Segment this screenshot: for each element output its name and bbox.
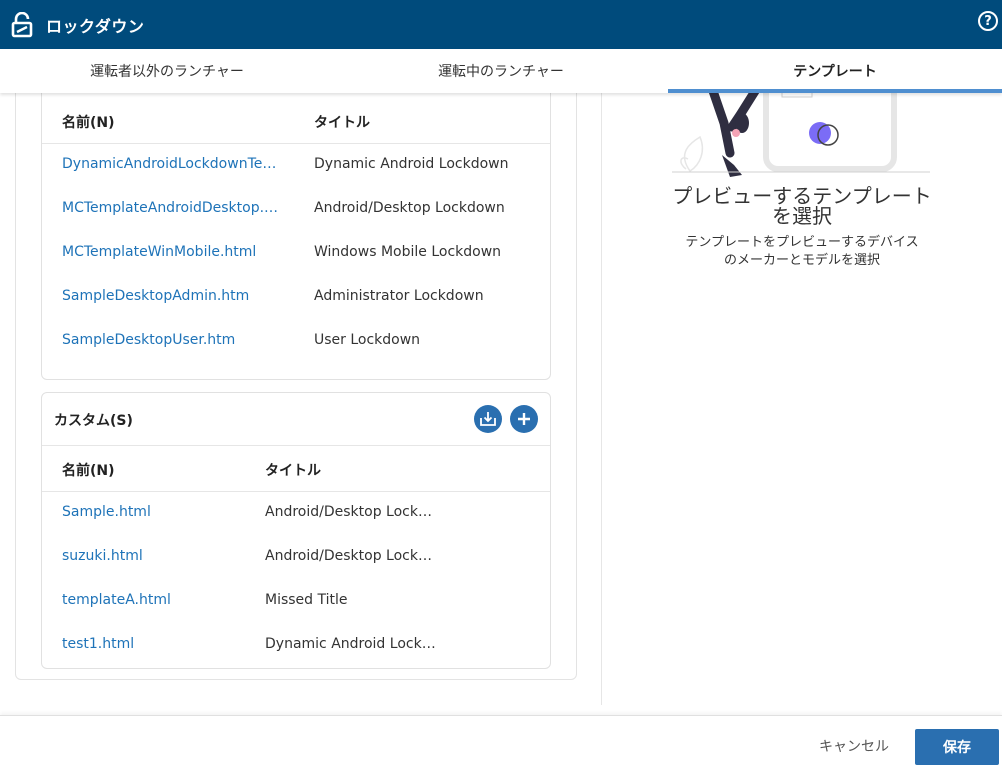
table-row[interactable]: test1.html Dynamic Android Lock… (42, 624, 550, 668)
custom-card-header: カスタム(S) (42, 393, 550, 446)
column-header-name[interactable]: 名前(N) (62, 112, 115, 132)
template-name-link[interactable]: Sample.html (62, 504, 151, 520)
template-title: Android/Desktop Lockdown (314, 200, 505, 216)
table-row[interactable]: suzuki.html Android/Desktop Lock… (42, 536, 550, 580)
cancel-button[interactable]: キャンセル (806, 730, 902, 762)
template-list-panel[interactable]: 名前(N) タイトル DynamicAndroidLockdownTe… Dyn… (0, 93, 601, 715)
preview-subtitle-line1: テンプレートをプレビューするデバイス (685, 235, 919, 250)
preview-title: プレビューするテンプレート を選択 (602, 186, 1002, 226)
column-header-title[interactable]: タイトル (265, 460, 321, 480)
template-title: User Lockdown (314, 332, 421, 348)
tab-templates[interactable]: テンプレート (668, 49, 1002, 93)
table-row[interactable]: SampleDesktopUser.htm User Lockdown (42, 320, 550, 364)
app-title: ロックダウン (46, 16, 145, 36)
import-icon (480, 412, 496, 426)
help-icon[interactable]: ? (978, 11, 998, 31)
template-name-link[interactable]: SampleDesktopUser.htm (62, 332, 235, 348)
tab-driving-launcher[interactable]: 運転中のランチャー (334, 49, 668, 93)
template-title: Dynamic Android Lockdown (314, 156, 509, 172)
template-title: Android/Desktop Lock… (265, 504, 432, 520)
template-name-link[interactable]: MCTemplateAndroidDesktop.… (62, 200, 278, 216)
template-title: Android/Desktop Lock… (265, 548, 432, 564)
template-title: Administrator Lockdown (314, 288, 484, 304)
tab-bar: 運転者以外のランチャー 運転中のランチャー テンプレート (0, 49, 1002, 93)
save-button[interactable]: 保存 (915, 729, 999, 765)
table-row[interactable]: Sample.html Android/Desktop Lock… (42, 492, 550, 536)
table-row[interactable]: SampleDesktopAdmin.htm Administrator Loc… (42, 276, 550, 320)
preview-title-line1: プレビューするテンプレート (672, 184, 932, 208)
table-row[interactable]: DynamicAndroidLockdownTe… Dynamic Androi… (42, 144, 550, 188)
preview-title-line2: を選択 (772, 204, 832, 228)
column-header-name[interactable]: 名前(N) (62, 460, 115, 480)
table-row[interactable]: templateA.html Missed Title (42, 580, 550, 624)
template-title: Missed Title (265, 592, 348, 608)
template-title: Dynamic Android Lock… (265, 636, 436, 652)
lock-icon (9, 11, 35, 39)
dialog-footer: キャンセル 保存 (0, 715, 1002, 769)
import-template-button[interactable] (474, 405, 502, 433)
preview-subtitle: テンプレートをプレビューするデバイス のメーカーとモデルを選択 (602, 234, 1002, 270)
template-name-link[interactable]: suzuki.html (62, 548, 143, 564)
table-row[interactable]: MCTemplateWinMobile.html Windows Mobile … (42, 232, 550, 276)
template-name-link[interactable]: templateA.html (62, 592, 171, 608)
preview-subtitle-line2: のメーカーとモデルを選択 (723, 253, 880, 268)
tab-non-driver-launcher[interactable]: 運転者以外のランチャー (0, 49, 334, 93)
table-row[interactable]: MCTemplateAndroidDesktop.… Android/Deskt… (42, 188, 550, 232)
plus-icon (518, 413, 530, 425)
custom-table-header: 名前(N) タイトル (42, 446, 550, 492)
template-name-link[interactable]: MCTemplateWinMobile.html (62, 244, 256, 260)
column-header-title[interactable]: タイトル (314, 112, 370, 132)
template-name-link[interactable]: SampleDesktopAdmin.htm (62, 288, 249, 304)
template-name-link[interactable]: DynamicAndroidLockdownTe… (62, 156, 276, 172)
template-title: Windows Mobile Lockdown (314, 244, 502, 260)
preview-panel: プレビューするテンプレート を選択 テンプレートをプレビューするデバイス のメー… (602, 93, 1002, 715)
title-bar: ロックダウン ? (0, 0, 1002, 49)
custom-section-label: カスタム(S) (54, 413, 133, 429)
custom-templates-card: カスタム(S) 名前(N) タイトル Sample.html Android/D… (41, 392, 551, 669)
preset-table-header: 名前(N) タイトル (42, 98, 550, 144)
template-name-link[interactable]: test1.html (62, 636, 134, 652)
preset-templates-card: 名前(N) タイトル DynamicAndroidLockdownTe… Dyn… (41, 93, 551, 380)
preview-illustration (672, 93, 930, 177)
add-template-button[interactable] (510, 405, 538, 433)
